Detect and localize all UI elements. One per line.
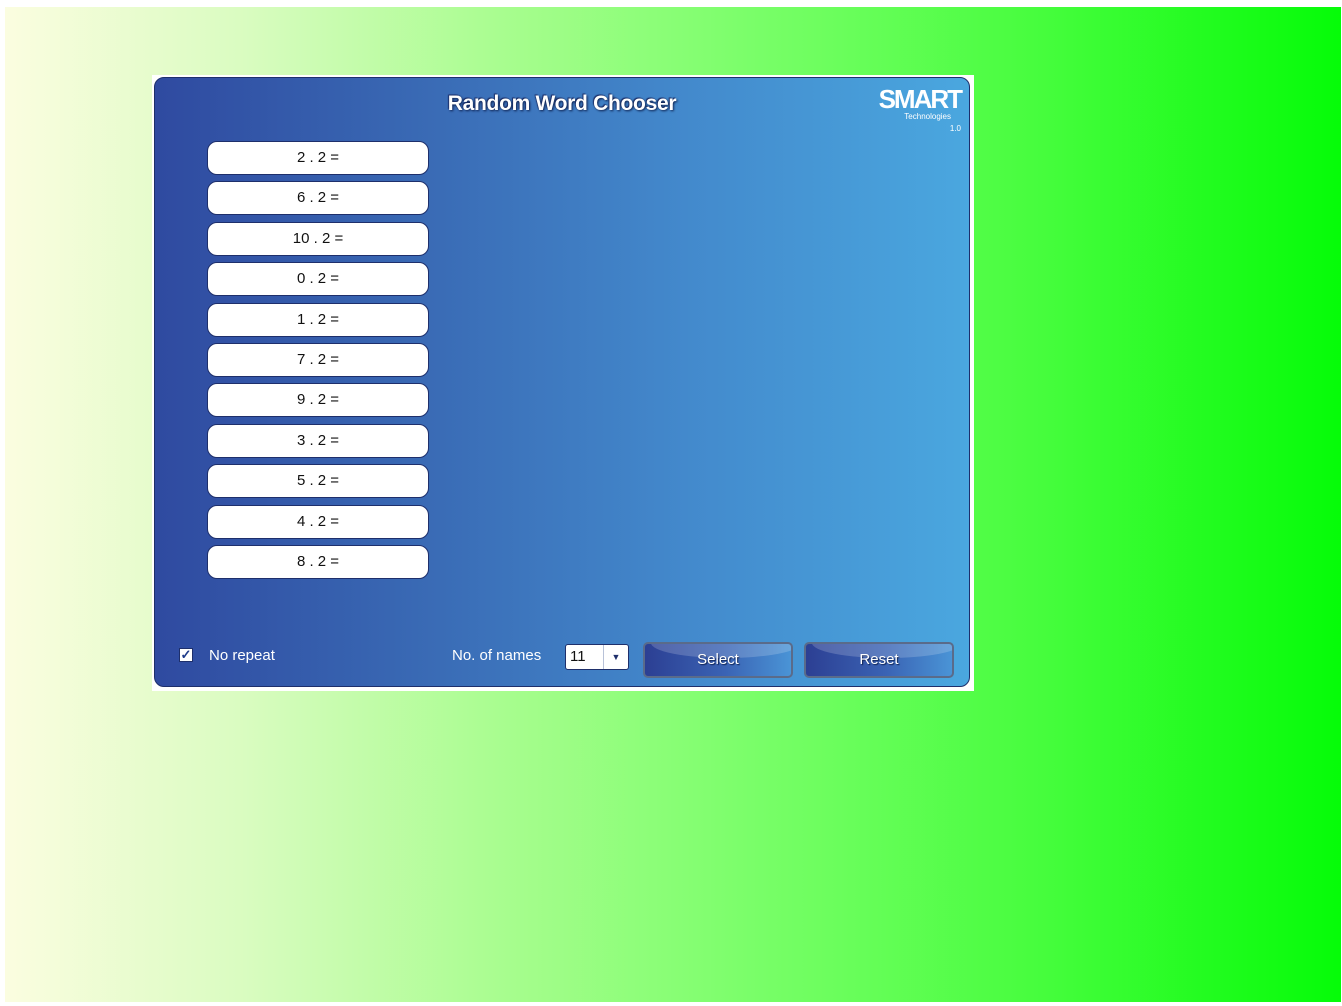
word-item[interactable]: 7 . 2 =	[207, 342, 429, 377]
widget-frame: Random Word Chooser SMART Technologies 1…	[152, 75, 974, 691]
reset-button[interactable]: Reset	[804, 642, 954, 678]
word-item[interactable]: 9 . 2 =	[207, 383, 429, 418]
page: Random Word Chooser SMART Technologies 1…	[0, 0, 1342, 1006]
word-list: 2 . 2 = 6 . 2 = 10 . 2 = 0 . 2 = 1 . 2 =…	[207, 141, 431, 585]
smart-logo: SMART Technologies 1.0	[871, 84, 963, 136]
version-label: 1.0	[949, 124, 961, 133]
word-item[interactable]: 4 . 2 =	[207, 504, 429, 539]
word-item[interactable]: 1 . 2 =	[207, 302, 429, 337]
no-repeat-checkbox[interactable]: ✓	[179, 648, 193, 662]
word-item[interactable]: 0 . 2 =	[207, 262, 429, 297]
select-button[interactable]: Select	[643, 642, 793, 678]
word-item[interactable]: 5 . 2 =	[207, 464, 429, 499]
names-count-value: 11	[570, 648, 586, 665]
word-item[interactable]: 8 . 2 =	[207, 544, 429, 579]
chevron-down-icon[interactable]: ▼	[603, 645, 628, 669]
checkmark-icon: ✓	[180, 647, 192, 662]
no-repeat-label: No repeat	[209, 647, 275, 664]
word-item[interactable]: 10 . 2 =	[207, 221, 429, 256]
widget-title: Random Word Chooser	[447, 92, 677, 115]
names-count-label: No. of names	[452, 647, 542, 664]
word-item[interactable]: 6 . 2 =	[207, 181, 429, 216]
bottom-controls: ✓ No repeat No. of names 11 ▼ Select Res…	[155, 640, 969, 680]
word-item[interactable]: 3 . 2 =	[207, 423, 429, 458]
random-word-chooser-widget: Random Word Chooser SMART Technologies 1…	[154, 77, 970, 687]
logo-brand: SMART	[878, 84, 963, 114]
word-item[interactable]: 2 . 2 =	[207, 141, 429, 175]
names-count-select[interactable]: 11 ▼	[565, 644, 629, 670]
